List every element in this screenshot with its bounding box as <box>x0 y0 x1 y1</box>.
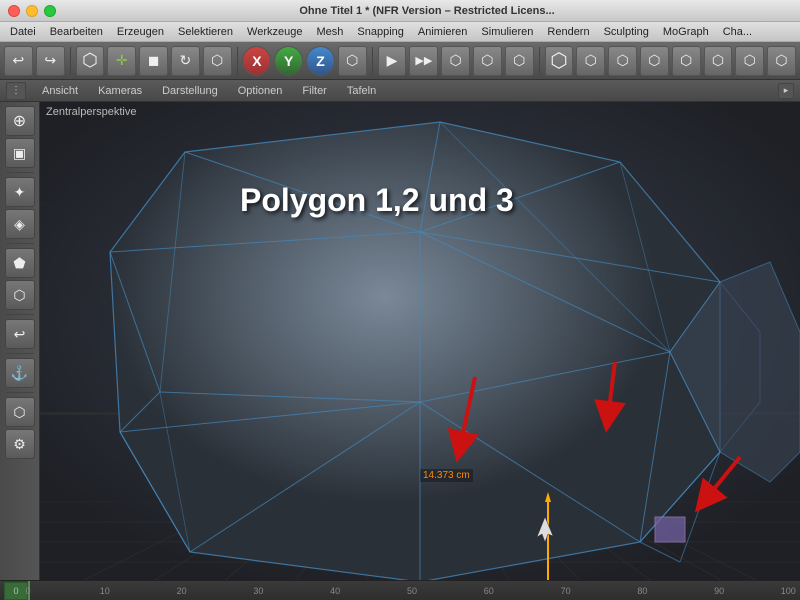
timeline: 0 0 10 20 30 40 50 60 70 80 90 100 <box>0 580 800 600</box>
lt-sep-4 <box>6 353 34 354</box>
menu-char[interactable]: Cha... <box>717 24 758 40</box>
menu-datei[interactable]: Datei <box>4 24 42 40</box>
menu-mesh[interactable]: Mesh <box>310 24 349 40</box>
menu-werkzeuge[interactable]: Werkzeuge <box>241 24 308 40</box>
menu-selektieren[interactable]: Selektieren <box>172 24 239 40</box>
left-toolbar: ⊕ ▣ ✦ ◈ ⬟ ⬡ ↩ ⚓ ⬡ ⚙ <box>0 102 40 580</box>
cam-btn[interactable]: ⬡ <box>608 46 637 76</box>
render3-btn[interactable]: ⬡ <box>735 46 764 76</box>
scale-tool[interactable]: ◼ <box>139 46 168 76</box>
light-btn[interactable]: ⬡ <box>576 46 605 76</box>
render2-btn[interactable]: ⬡ <box>704 46 733 76</box>
menu-bearbeiten[interactable]: Bearbeiten <box>44 24 109 40</box>
timeline-mark-10: 10 <box>100 586 110 596</box>
lt-magnet[interactable]: ⚓ <box>5 358 35 388</box>
anim-btn[interactable]: ▶▶ <box>409 46 438 76</box>
timeline-mark-0: 0 <box>25 586 30 596</box>
vp-expand-btn[interactable]: ▸ <box>778 83 794 99</box>
viewport-bar: ⋮ Ansicht Kameras Darstellung Optionen F… <box>0 80 800 102</box>
timeline-track[interactable]: 0 10 20 30 40 50 60 70 80 90 100 <box>28 581 796 600</box>
timeline-mark-60: 60 <box>484 586 494 596</box>
cube-btn[interactable]: ⬡ <box>545 46 574 76</box>
lt-snap[interactable]: ⬡ <box>5 397 35 427</box>
measurement-label: 14.373 cm <box>420 469 473 482</box>
vp-ansicht[interactable]: Ansicht <box>34 84 86 98</box>
rotate-tool[interactable]: ↻ <box>171 46 200 76</box>
toolbar: ↩ ↪ ⬡ ✛ ◼ ↻ ⬡ X Y Z ⬡ ▶ ▶▶ ⬡ ⬡ ⬡ ⬡ ⬡ ⬡ ⬡… <box>0 42 800 80</box>
viewport-label: Zentralperspektive <box>46 106 137 118</box>
timeline-mark-20: 20 <box>177 586 187 596</box>
lt-sep-5 <box>6 392 34 393</box>
main-area: ⊕ ▣ ✦ ◈ ⬟ ⬡ ↩ ⚓ ⬡ ⚙ <box>0 102 800 580</box>
menu-mograph[interactable]: MoGraph <box>657 24 715 40</box>
menu-sculpting[interactable]: Sculpting <box>598 24 655 40</box>
menu-snapping[interactable]: Snapping <box>351 24 410 40</box>
menu-simulieren[interactable]: Simulieren <box>475 24 539 40</box>
render-btn[interactable]: ⬡ <box>672 46 701 76</box>
close-button[interactable] <box>8 5 20 17</box>
maximize-button[interactable] <box>44 5 56 17</box>
vp-optionen[interactable]: Optionen <box>230 84 291 98</box>
vp-tafeln[interactable]: Tafeln <box>339 84 384 98</box>
lt-knife[interactable]: ↩ <box>5 319 35 349</box>
lt-rotate[interactable]: ✦ <box>5 177 35 207</box>
timeline-mark-50: 50 <box>407 586 417 596</box>
transform-tool[interactable]: ⬡ <box>203 46 232 76</box>
lt-sep-1 <box>6 172 34 173</box>
viewport[interactable]: Y Zentralperspektive Polygon 1,2 und 3 <box>40 102 800 580</box>
lt-extrude[interactable]: ⬟ <box>5 248 35 278</box>
x-axis-btn[interactable]: X <box>242 46 271 76</box>
lt-sep-2 <box>6 243 34 244</box>
minimize-button[interactable] <box>26 5 38 17</box>
title-bar: Ohne Titel 1 * (NFR Version – Restricted… <box>0 0 800 22</box>
key-btn[interactable]: ⬡ <box>441 46 470 76</box>
menu-rendern[interactable]: Rendern <box>541 24 595 40</box>
vp-darstellung[interactable]: Darstellung <box>154 84 226 98</box>
toolbar-sep-3 <box>372 47 373 75</box>
lt-select[interactable]: ⊕ <box>5 106 35 136</box>
render4-btn[interactable]: ⬡ <box>767 46 796 76</box>
lt-move[interactable]: ▣ <box>5 138 35 168</box>
mat-btn[interactable]: ⬡ <box>640 46 669 76</box>
timeline-frame-start[interactable]: 0 <box>4 582 28 600</box>
menu-animieren[interactable]: Animieren <box>412 24 474 40</box>
lt-sep-3 <box>6 314 34 315</box>
lt-settings[interactable]: ⚙ <box>5 429 35 459</box>
vp-filter[interactable]: Filter <box>294 84 334 98</box>
timeline-mark-90: 90 <box>714 586 724 596</box>
y-axis-btn[interactable]: Y <box>274 46 303 76</box>
toolbar-sep-1 <box>70 47 71 75</box>
move-tool[interactable]: ✛ <box>107 46 136 76</box>
viewport-menu-btn[interactable]: ⋮ <box>6 82 26 100</box>
menu-bar: Datei Bearbeiten Erzeugen Selektieren We… <box>0 22 800 42</box>
redo-button[interactable]: ↪ <box>36 46 65 76</box>
select-tool[interactable]: ⬡ <box>76 46 105 76</box>
timeline-mark-80: 80 <box>637 586 647 596</box>
play-btn[interactable]: ▶ <box>378 46 407 76</box>
lt-bevel[interactable]: ⬡ <box>5 280 35 310</box>
key3-btn[interactable]: ⬡ <box>505 46 534 76</box>
z-axis-btn[interactable]: Z <box>306 46 335 76</box>
window-title: Ohne Titel 1 * (NFR Version – Restricted… <box>62 5 792 17</box>
timeline-mark-40: 40 <box>330 586 340 596</box>
toolbar-sep-4 <box>539 47 540 75</box>
lt-scale[interactable]: ◈ <box>5 209 35 239</box>
timeline-mark-30: 30 <box>253 586 263 596</box>
timeline-mark-100: 100 <box>781 586 796 596</box>
world-btn[interactable]: ⬡ <box>338 46 367 76</box>
menu-erzeugen[interactable]: Erzeugen <box>111 24 170 40</box>
annotation-text: Polygon 1,2 und 3 <box>240 182 514 219</box>
toolbar-sep-2 <box>237 47 238 75</box>
key2-btn[interactable]: ⬡ <box>473 46 502 76</box>
undo-button[interactable]: ↩ <box>4 46 33 76</box>
vp-kameras[interactable]: Kameras <box>90 84 150 98</box>
scene-canvas: Y <box>40 102 800 580</box>
timeline-mark-70: 70 <box>561 586 571 596</box>
